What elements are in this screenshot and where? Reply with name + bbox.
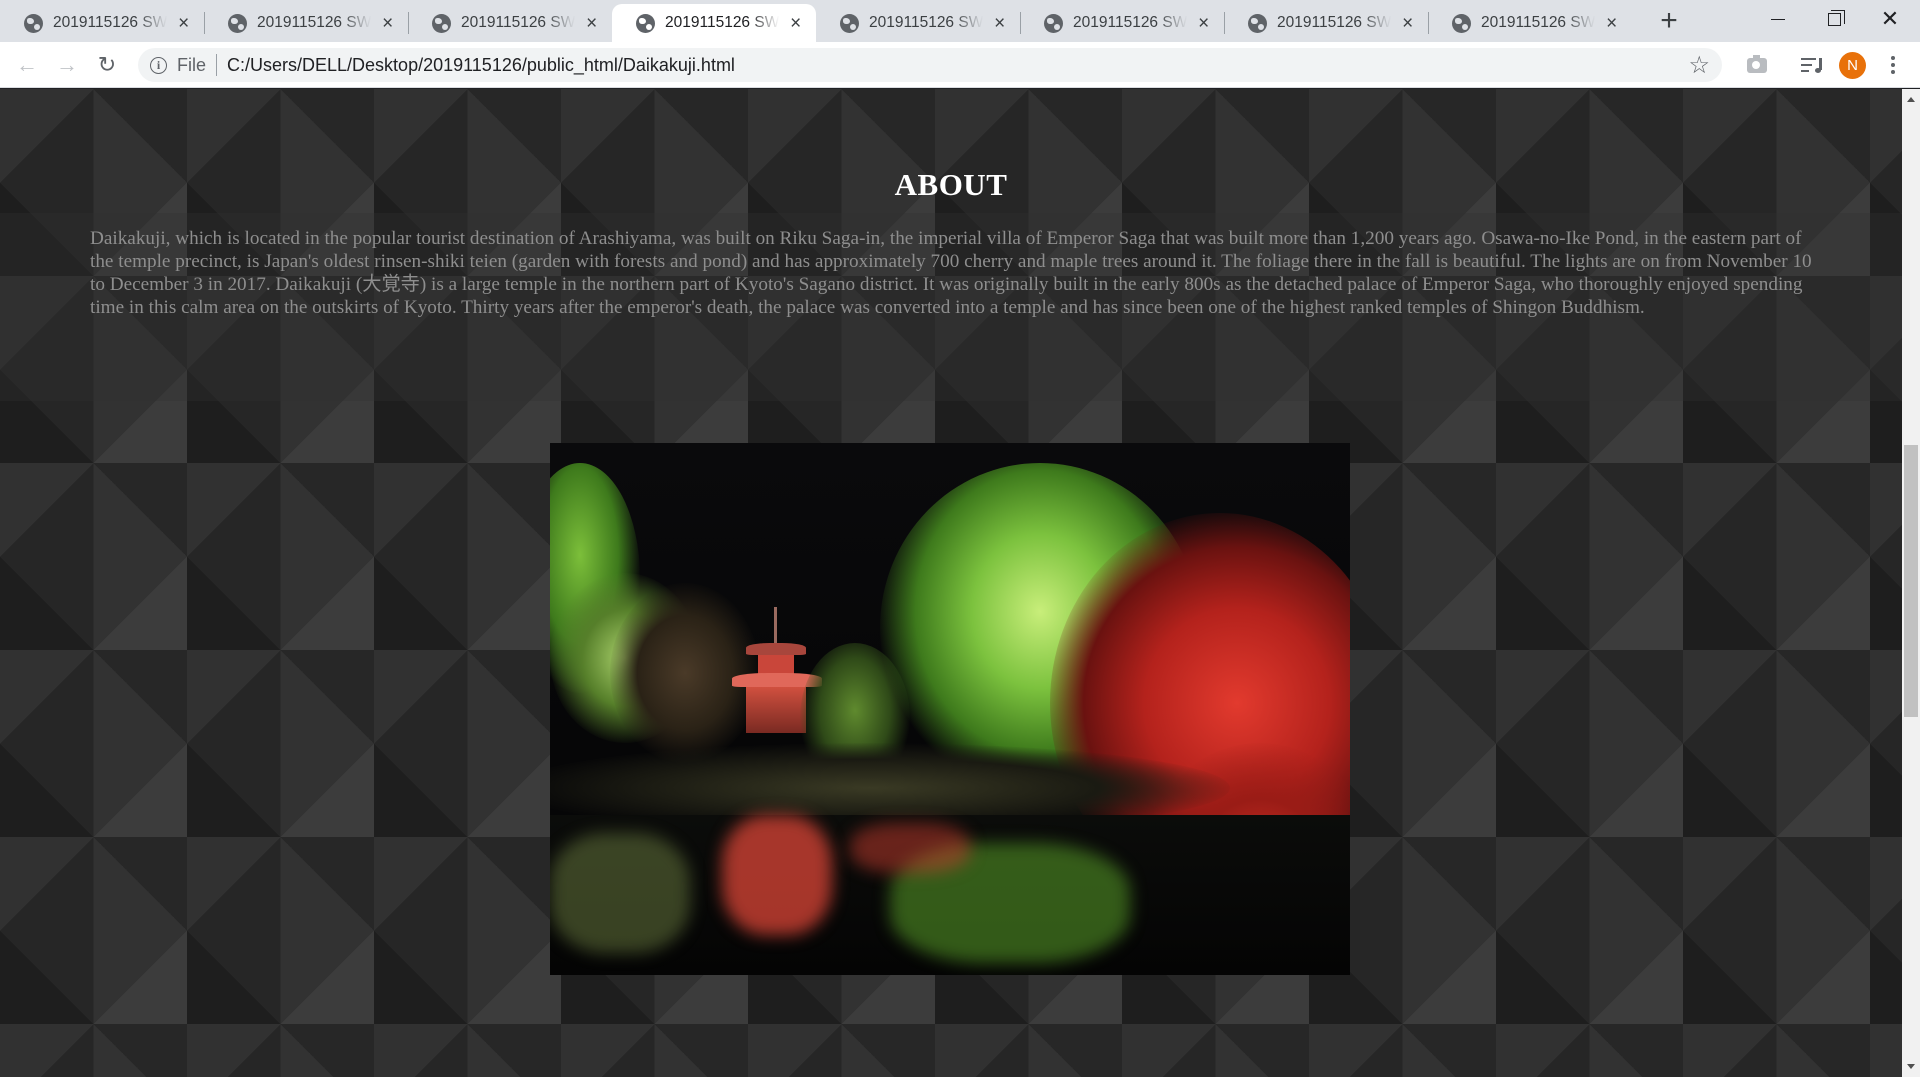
- reload-icon: ↻: [97, 52, 117, 77]
- forward-arrow-icon: →: [56, 52, 78, 77]
- globe-icon: [1248, 13, 1267, 33]
- browser-tab[interactable]: 2019115126 SWAN ×: [408, 4, 612, 42]
- tab-separator: [1428, 12, 1429, 34]
- restore-icon: [1827, 9, 1845, 26]
- minimize-button[interactable]: [1750, 0, 1806, 38]
- info-icon[interactable]: i: [150, 56, 167, 74]
- close-window-button[interactable]: ✕: [1862, 0, 1918, 38]
- globe-icon: [636, 13, 655, 33]
- tab-title: 2019115126 SWAN: [869, 14, 983, 31]
- minimize-icon: [1771, 18, 1785, 20]
- globe-icon: [432, 13, 451, 33]
- tab-close-icon[interactable]: ×: [991, 14, 1008, 33]
- scrollbar-thumb[interactable]: [1904, 445, 1918, 717]
- tab-title: 2019115126 SWAN: [53, 14, 167, 31]
- tab-title: 2019115126 SWAN: [461, 14, 575, 31]
- browser-tab[interactable]: 2019115126 SWAN ×: [1020, 4, 1224, 42]
- browser-tab[interactable]: 2019115126 SWAN ×: [1224, 4, 1428, 42]
- restore-button[interactable]: [1806, 0, 1862, 38]
- tab-separator: [408, 12, 409, 34]
- pagoda-body: [758, 655, 794, 675]
- about-section: ABOUT Daikakuji, which is located in the…: [0, 89, 1902, 401]
- pagoda-roof-top: [746, 643, 806, 655]
- back-arrow-icon: ←: [16, 52, 38, 77]
- scroll-down-icon[interactable]: [1907, 1064, 1915, 1069]
- close-icon: ✕: [1880, 6, 1900, 31]
- tab-close-icon[interactable]: ×: [787, 14, 804, 33]
- media-control-icon: [1800, 57, 1822, 73]
- address-bar[interactable]: i File C:/Users/DELL/Desktop/2019115126/…: [138, 48, 1722, 82]
- media-control-button[interactable]: [1796, 50, 1826, 80]
- about-heading: ABOUT: [894, 167, 1008, 202]
- tab-title: 2019115126 SWAN: [1073, 14, 1187, 31]
- pagoda-reflection: [722, 815, 832, 935]
- new-tab-button[interactable]: +: [1654, 6, 1684, 36]
- page-scrollbar[interactable]: [1902, 89, 1920, 1077]
- globe-icon: [1452, 13, 1471, 33]
- omnibox-divider: [216, 54, 218, 76]
- browser-tab[interactable]: 2019115126 SWAN ×: [0, 4, 204, 42]
- tab-title: 2019115126 SWAN: [1481, 14, 1595, 31]
- pagoda-spire: [774, 607, 777, 647]
- tab-close-icon[interactable]: ×: [1399, 14, 1416, 33]
- tab-separator: [1224, 12, 1225, 34]
- star-icon[interactable]: ☆: [1688, 51, 1710, 80]
- left-reflection: [550, 833, 690, 953]
- url-text[interactable]: C:/Users/DELL/Desktop/2019115126/public_…: [227, 55, 735, 76]
- tab-separator: [1020, 12, 1021, 34]
- scheme-label: File: [177, 54, 207, 75]
- browser-tab[interactable]: 2019115126 SWAN ×: [204, 4, 408, 42]
- screenshot-button[interactable]: [1742, 50, 1772, 80]
- globe-icon: [840, 13, 859, 33]
- tab-separator: [204, 12, 205, 34]
- browser-tab[interactable]: 2019115126 SWAN ×: [816, 4, 1020, 42]
- red-reflection: [850, 823, 970, 873]
- tab-title: 2019115126 SWAN: [1277, 14, 1391, 31]
- kebab-menu-icon: [1891, 56, 1895, 74]
- profile-avatar[interactable]: N: [1839, 52, 1866, 79]
- reload-button[interactable]: ↻: [92, 50, 122, 80]
- tab-title: 2019115126 SWAN: [665, 14, 779, 31]
- back-button[interactable]: ←: [12, 50, 42, 80]
- tab-close-icon[interactable]: ×: [379, 14, 396, 33]
- menu-button[interactable]: [1878, 50, 1908, 80]
- browser-toolbar: ← → ↻ i File C:/Users/DELL/Desktop/20191…: [0, 42, 1920, 88]
- tab-close-icon[interactable]: ×: [1195, 14, 1212, 33]
- about-paragraph: Daikakuji, which is located in the popul…: [90, 228, 1812, 318]
- pagoda-base: [746, 687, 806, 733]
- daikakuji-night-photo: [550, 443, 1350, 975]
- globe-icon: [24, 13, 43, 33]
- browser-tab[interactable]: 2019115126 SWAN ×: [1428, 4, 1632, 42]
- tab-title: 2019115126 SWAN: [257, 14, 371, 31]
- globe-icon: [228, 13, 247, 33]
- page-viewport: ABOUT Daikakuji, which is located in the…: [0, 89, 1902, 1077]
- browser-tab[interactable]: 2019115126 SWAN ×: [612, 4, 816, 42]
- tab-close-icon[interactable]: ×: [1603, 14, 1620, 33]
- left-dark-tree: [610, 583, 760, 763]
- browser-tab-strip: 2019115126 SWAN×2019115126 SWAN×20191151…: [0, 0, 1920, 42]
- tab-close-icon[interactable]: ×: [583, 14, 600, 33]
- forward-button[interactable]: →: [52, 50, 82, 80]
- scroll-up-icon[interactable]: [1907, 97, 1915, 102]
- camera-icon: [1747, 54, 1767, 73]
- globe-icon: [1044, 13, 1063, 33]
- tab-close-icon[interactable]: ×: [175, 14, 192, 33]
